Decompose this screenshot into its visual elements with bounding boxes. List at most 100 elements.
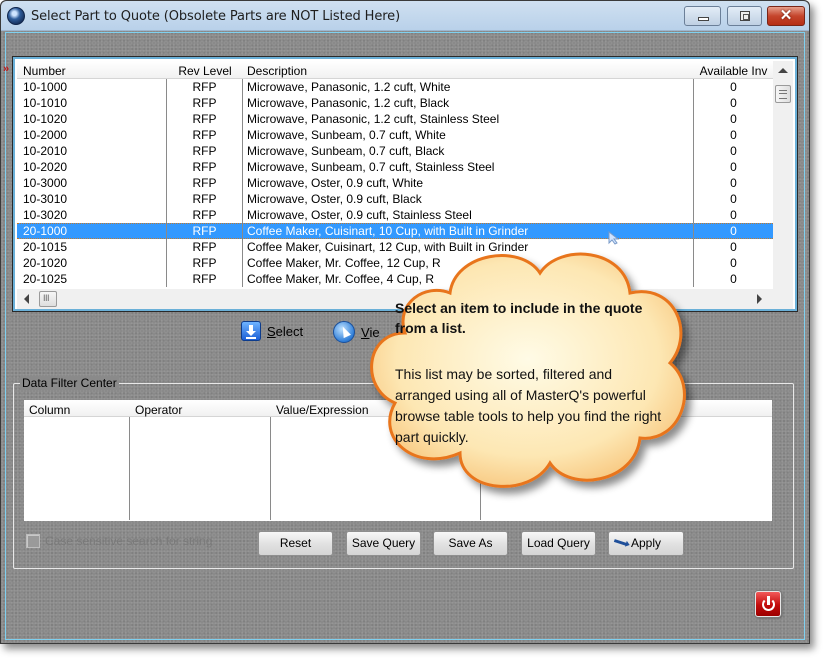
case-sensitive-label: Case sensitive search for string — [45, 534, 213, 548]
cell-description: Coffee Maker, Cuisinart, 10 Cup, with Bu… — [243, 224, 694, 238]
cell-available-inv: 0 — [730, 208, 737, 222]
table-row[interactable]: 10-3000 RFP Microwave, Oster, 0.9 cuft, Wh… — [17, 175, 773, 191]
cell-number: 20-1015 — [17, 239, 167, 255]
title-bar[interactable]: Select Part to Quote (Obsolete Parts are… — [1, 1, 809, 31]
cell-number: 10-1020 — [17, 111, 167, 127]
table-row[interactable]: 10-1000 RFP Microwave, Panasonic, 1.2 cuft… — [17, 79, 773, 95]
save-as-button[interactable]: Save As — [433, 531, 508, 556]
table-row[interactable]: 10-1010 RFP Microwave, Panasonic, 1.2 cuft… — [17, 95, 773, 111]
column-header-number[interactable]: Number — [17, 61, 167, 78]
filter-cell-column[interactable] — [24, 417, 130, 520]
cell-rev-level: RFP — [167, 175, 243, 191]
cell-number: 20-1025 — [17, 271, 167, 287]
cell-rev-level: RFP — [167, 191, 243, 207]
scroll-left-icon[interactable] — [24, 294, 29, 304]
horizontal-scroll-thumb[interactable] — [39, 291, 57, 307]
reset-button[interactable]: Reset — [258, 531, 333, 556]
cell-number: 10-1000 — [17, 79, 167, 95]
cell-available-inv: 0 — [730, 224, 737, 238]
cell-number: 10-2000 — [17, 127, 167, 143]
apply-button[interactable]: Apply — [608, 531, 684, 556]
cell-number: 20-1000 — [17, 224, 167, 238]
save-query-button[interactable]: Save Query — [346, 531, 421, 556]
maximize-button[interactable] — [727, 6, 762, 26]
cell-description: Microwave, Sunbeam, 0.7 cuft, White — [243, 127, 694, 143]
cell-rev-level: RFP — [167, 271, 243, 287]
table-row[interactable]: 10-1020 RFP Microwave, Panasonic, 1.2 cuft… — [17, 111, 773, 127]
column-header-description[interactable]: Description — [243, 61, 694, 78]
case-sensitive-option: Case sensitive search for string — [26, 534, 212, 548]
help-callout: Select an item to include in the quote f… — [355, 238, 700, 503]
column-header-available-inv[interactable]: Available Inv — [694, 61, 773, 78]
cell-description: Microwave, Panasonic, 1.2 cuft, White — [243, 79, 694, 95]
data-filter-center-legend: Data Filter Center — [20, 376, 119, 390]
cell-number: 10-2020 — [17, 159, 167, 175]
scroll-right-icon[interactable] — [757, 294, 762, 304]
cell-available-inv: 0 — [730, 272, 737, 286]
close-button[interactable]: ✕ — [767, 6, 805, 26]
current-row-indicator: » — [3, 63, 10, 75]
cell-number: 20-1020 — [17, 255, 167, 271]
cell-available-inv: 0 — [730, 144, 737, 158]
cell-available-inv: 0 — [730, 176, 737, 190]
apply-wand-icon — [613, 539, 628, 546]
cell-description: Microwave, Panasonic, 1.2 cuft, Black — [243, 95, 694, 111]
scrollbar-corner — [773, 291, 793, 309]
vertical-scroll-thumb[interactable] — [775, 85, 791, 103]
cell-rev-level: RFP — [167, 127, 243, 143]
case-sensitive-checkbox[interactable] — [26, 534, 40, 548]
window-title: Select Part to Quote (Obsolete Parts are… — [31, 9, 401, 24]
minimize-icon — [698, 17, 709, 21]
cell-available-inv: 0 — [730, 192, 737, 206]
exit-power-button[interactable] — [755, 591, 781, 617]
cell-description: Microwave, Oster, 0.9 cuft, White — [243, 175, 694, 191]
cell-description: Microwave, Panasonic, 1.2 cuft, Stainles… — [243, 111, 694, 127]
cell-description: Microwave, Sunbeam, 0.7 cuft, Black — [243, 143, 694, 159]
cell-description: Microwave, Oster, 0.9 cuft, Stainless St… — [243, 207, 694, 223]
cell-rev-level: RFP — [167, 207, 243, 223]
cell-rev-level: RFP — [167, 255, 243, 271]
maximize-icon — [740, 11, 750, 21]
cell-rev-level: RFP — [167, 95, 243, 111]
table-row[interactable]: 10-3020 RFP Microwave, Oster, 0.9 cuft, St… — [17, 207, 773, 223]
app-logo-icon — [7, 7, 25, 25]
table-row[interactable]: 10-2000 RFP Microwave, Sunbeam, 0.7 cuft, … — [17, 127, 773, 143]
cell-available-inv: 0 — [730, 240, 737, 254]
cell-number: 10-3020 — [17, 207, 167, 223]
cursor-arrow-icon — [333, 321, 355, 343]
cell-rev-level: RFP — [167, 224, 243, 238]
cell-available-inv: 0 — [730, 80, 737, 94]
select-action[interactable]: Select — [241, 321, 303, 341]
cell-rev-level: RFP — [167, 111, 243, 127]
table-row[interactable]: 10-2010 RFP Microwave, Sunbeam, 0.7 cuft, … — [17, 143, 773, 159]
table-row-selected[interactable]: 20-1000 RFP Coffee Maker, Cuisinart, 10 Cu… — [17, 223, 773, 239]
table-row[interactable]: 10-3010 RFP Microwave, Oster, 0.9 cuft, Bl… — [17, 191, 773, 207]
vertical-scrollbar[interactable] — [773, 61, 793, 302]
power-icon-stem — [767, 596, 770, 605]
cell-number: 10-1010 — [17, 95, 167, 111]
cell-description: Microwave, Oster, 0.9 cuft, Black — [243, 191, 694, 207]
cell-available-inv: 0 — [730, 128, 737, 142]
cell-number: 10-2010 — [17, 143, 167, 159]
cell-number: 10-3000 — [17, 175, 167, 191]
load-query-button[interactable]: Load Query — [521, 531, 596, 556]
callout-body: This list may be sorted, filtered and ar… — [395, 366, 662, 445]
filter-cell-operator[interactable] — [130, 417, 271, 520]
scroll-up-icon[interactable] — [778, 68, 788, 73]
cell-rev-level: RFP — [167, 143, 243, 159]
cell-number: 10-3010 — [17, 191, 167, 207]
apply-label: Apply — [631, 536, 662, 550]
cell-available-inv: 0 — [730, 160, 737, 174]
cell-available-inv: 0 — [730, 96, 737, 110]
select-label[interactable]: Select — [267, 324, 303, 339]
close-icon: ✕ — [779, 7, 793, 24]
cell-rev-level: RFP — [167, 239, 243, 255]
filter-column-header-operator: Operator — [135, 403, 183, 417]
download-arrow-icon — [241, 321, 261, 341]
column-header-rev-level[interactable]: Rev Level — [167, 61, 243, 78]
minimize-button[interactable] — [684, 6, 721, 26]
cell-available-inv: 0 — [730, 112, 737, 126]
cell-description: Microwave, Sunbeam, 0.7 cuft, Stainless … — [243, 159, 694, 175]
table-row[interactable]: 10-2020 RFP Microwave, Sunbeam, 0.7 cuft, … — [17, 159, 773, 175]
callout-title: Select an item to include in the quote f… — [395, 300, 643, 336]
